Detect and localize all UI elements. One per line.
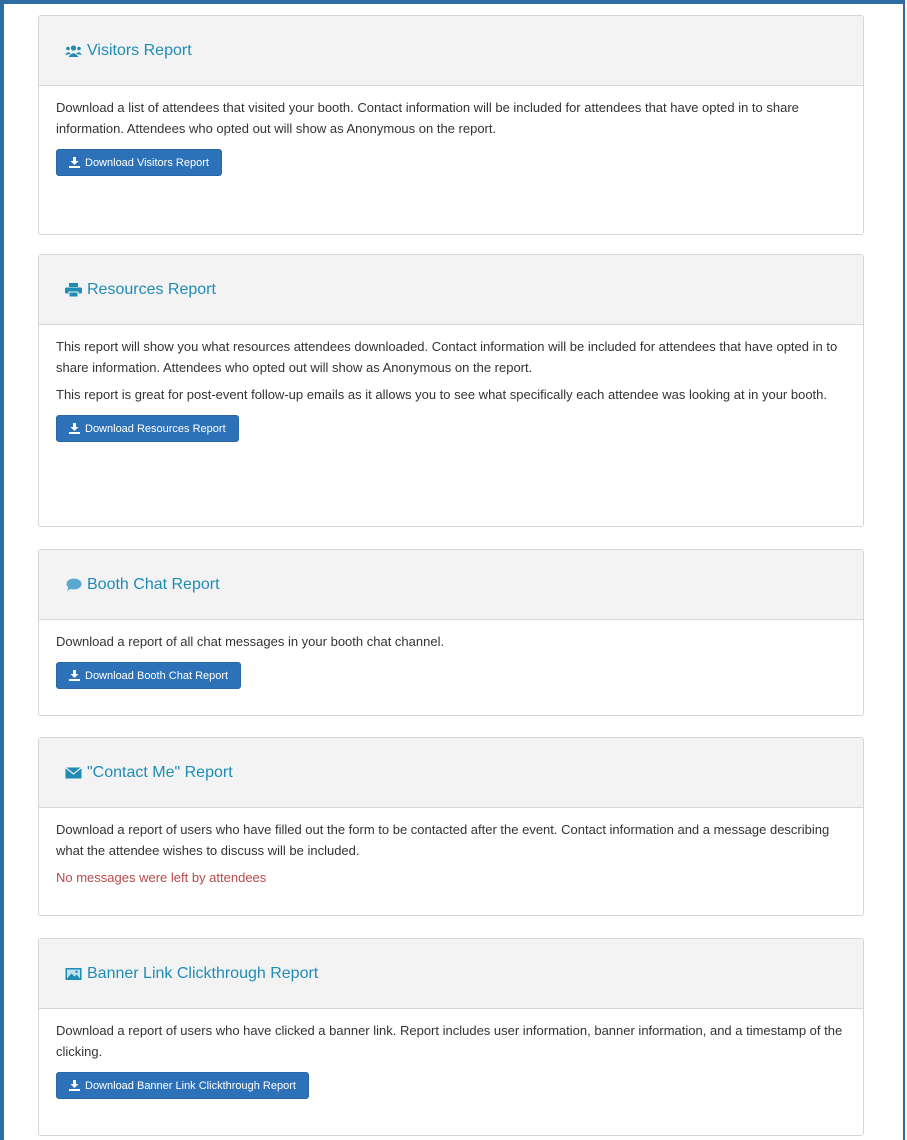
resources-report-panel: Resources Report This report will show y… bbox=[38, 254, 864, 527]
panel-title: Banner Link Clickthrough Report bbox=[87, 964, 319, 982]
button-label: Download Visitors Report bbox=[85, 156, 209, 169]
download-banner-link-clickthrough-report-button[interactable]: Download Banner Link Clickthrough Report bbox=[56, 1072, 309, 1099]
panel-header: "Contact Me" Report bbox=[39, 738, 863, 808]
panel-title: Resources Report bbox=[87, 280, 216, 298]
panel-title: Visitors Report bbox=[87, 41, 192, 59]
download-booth-chat-report-button[interactable]: Download Booth Chat Report bbox=[56, 662, 242, 689]
print-icon bbox=[65, 282, 82, 297]
panel-body: Download a list of attendees that visite… bbox=[39, 86, 863, 176]
download-icon bbox=[69, 423, 80, 434]
download-icon bbox=[69, 670, 80, 681]
download-icon bbox=[69, 1080, 80, 1091]
panel-description: Download a report of all chat messages i… bbox=[56, 634, 445, 649]
users-icon bbox=[65, 44, 82, 58]
download-visitors-report-button[interactable]: Download Visitors Report bbox=[56, 149, 222, 176]
download-resources-report-button[interactable]: Download Resources Report bbox=[56, 415, 239, 442]
panel-header: Banner Link Clickthrough Report bbox=[39, 939, 863, 1009]
panel-description: Download a report of users who have clic… bbox=[56, 1023, 843, 1059]
download-icon bbox=[69, 157, 80, 168]
panel-body: Download a report of users who have fill… bbox=[39, 808, 863, 888]
button-label: Download Booth Chat Report bbox=[85, 669, 229, 682]
visitors-report-panel: Visitors Report Download a list of atten… bbox=[38, 15, 864, 235]
panel-description: This report is great for post-event foll… bbox=[56, 387, 828, 402]
panel-body: Download a report of users who have clic… bbox=[39, 1009, 863, 1099]
page-frame: Visitors Report Download a list of atten… bbox=[0, 0, 905, 1140]
booth-chat-report-panel: Booth Chat Report Download a report of a… bbox=[38, 549, 864, 716]
panel-description: Download a list of attendees that visite… bbox=[56, 100, 799, 136]
panel-title: "Contact Me" Report bbox=[87, 763, 233, 781]
envelope-icon bbox=[65, 766, 82, 780]
panel-header: Booth Chat Report bbox=[39, 550, 863, 620]
no-messages-notice: No messages were left by attendees bbox=[56, 870, 267, 885]
chat-bubble-icon bbox=[65, 578, 82, 592]
panel-body: Download a report of all chat messages i… bbox=[39, 620, 863, 689]
banner-link-clickthrough-report-panel: Banner Link Clickthrough Report Download… bbox=[38, 938, 864, 1136]
button-label: Download Resources Report bbox=[85, 422, 226, 435]
image-icon bbox=[65, 967, 82, 981]
contact-me-report-panel: "Contact Me" Report Download a report of… bbox=[38, 737, 864, 916]
panel-header: Resources Report bbox=[39, 255, 863, 325]
panel-title: Booth Chat Report bbox=[87, 575, 220, 593]
panel-header: Visitors Report bbox=[39, 16, 863, 86]
button-label: Download Banner Link Clickthrough Report bbox=[85, 1079, 296, 1092]
panel-description: Download a report of users who have fill… bbox=[56, 822, 830, 858]
panel-body: This report will show you what resources… bbox=[39, 325, 863, 442]
panel-description: This report will show you what resources… bbox=[56, 339, 838, 375]
